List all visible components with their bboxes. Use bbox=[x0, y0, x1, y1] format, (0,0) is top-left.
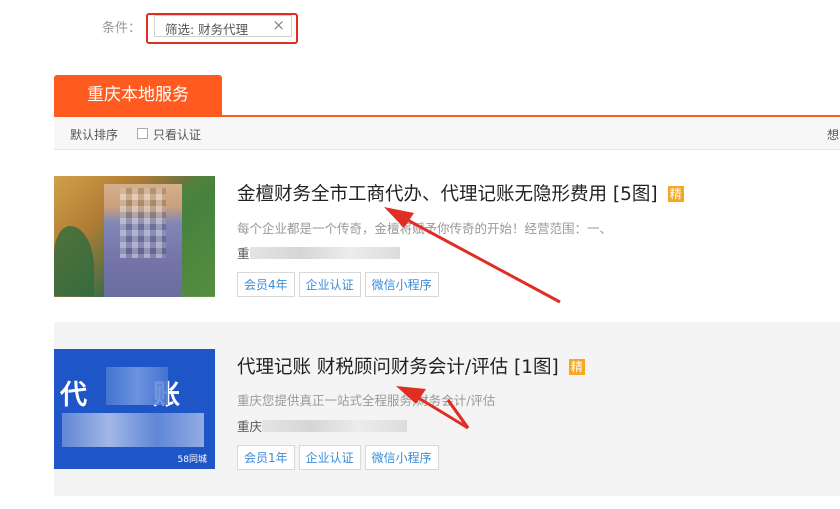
blurred-address bbox=[262, 420, 408, 432]
blurred-region bbox=[106, 367, 168, 405]
tag-enterprise-verified[interactable]: 企业认证 bbox=[298, 272, 361, 297]
listing-address: 重庆 bbox=[237, 416, 408, 435]
tag-enterprise-verified[interactable]: 企业认证 bbox=[298, 445, 361, 470]
listing-tags: 会员1年 企业认证 微信小程序 bbox=[237, 445, 443, 470]
listing-title[interactable]: 代理记账 财税顾问财务会计/评估 [1图] 精 bbox=[237, 353, 585, 379]
listing-address: 重 bbox=[237, 243, 400, 262]
listing-title[interactable]: 金檀财务全市工商代办、代理记账无隐形费用 [5图] 精 bbox=[237, 180, 684, 206]
tag-membership[interactable]: 会员1年 bbox=[237, 445, 295, 470]
listing-description: 重庆您提供真正一站式全程服务;财务会计/评估 bbox=[237, 393, 496, 408]
site-logo: 58同城 bbox=[177, 455, 207, 465]
listing-thumbnail[interactable] bbox=[54, 176, 215, 297]
active-filter-tag[interactable]: 筛选: 财务代理 × bbox=[154, 15, 292, 37]
listing-title-text[interactable]: 代理记账 财税顾问财务会计/评估 [1图] bbox=[237, 357, 559, 378]
listing-description: 每个企业都是一个传奇，金檀将赋予你传奇的开始！经营范围：一、 bbox=[237, 221, 613, 236]
address-prefix: 重 bbox=[237, 246, 250, 261]
blurred-region bbox=[62, 413, 204, 447]
sortbar-right-text: 想 bbox=[827, 128, 840, 142]
featured-badge: 精 bbox=[667, 186, 684, 202]
featured-badge: 精 bbox=[568, 359, 585, 375]
address-prefix: 重庆 bbox=[237, 419, 263, 434]
listing-tags: 会员4年 企业认证 微信小程序 bbox=[237, 272, 443, 297]
verified-only-label[interactable]: 只看认证 bbox=[153, 126, 201, 143]
tag-membership[interactable]: 会员4年 bbox=[237, 272, 295, 297]
listing-thumbnail[interactable]: 代账 58同城 bbox=[54, 349, 215, 469]
blurred-address bbox=[249, 247, 400, 259]
pixelated-face bbox=[120, 188, 166, 258]
sort-bar: 默认排序 只看认证 想 bbox=[54, 117, 840, 150]
active-filter-text: 筛选: 财务代理 bbox=[165, 22, 249, 37]
tag-wechat-miniprogram[interactable]: 微信小程序 bbox=[364, 445, 439, 470]
filter-label: 条件： bbox=[102, 21, 142, 36]
verified-only-checkbox[interactable] bbox=[137, 128, 148, 139]
remove-filter-icon[interactable]: × bbox=[272, 16, 285, 34]
listing-title-text[interactable]: 金檀财务全市工商代办、代理记账无隐形费用 [5图] bbox=[237, 184, 658, 205]
tab-chongqing-local-services[interactable]: 重庆本地服务 bbox=[54, 75, 222, 116]
background-plant bbox=[54, 226, 94, 296]
default-sort-link[interactable]: 默认排序 bbox=[70, 126, 118, 143]
tag-wechat-miniprogram[interactable]: 微信小程序 bbox=[364, 272, 439, 297]
